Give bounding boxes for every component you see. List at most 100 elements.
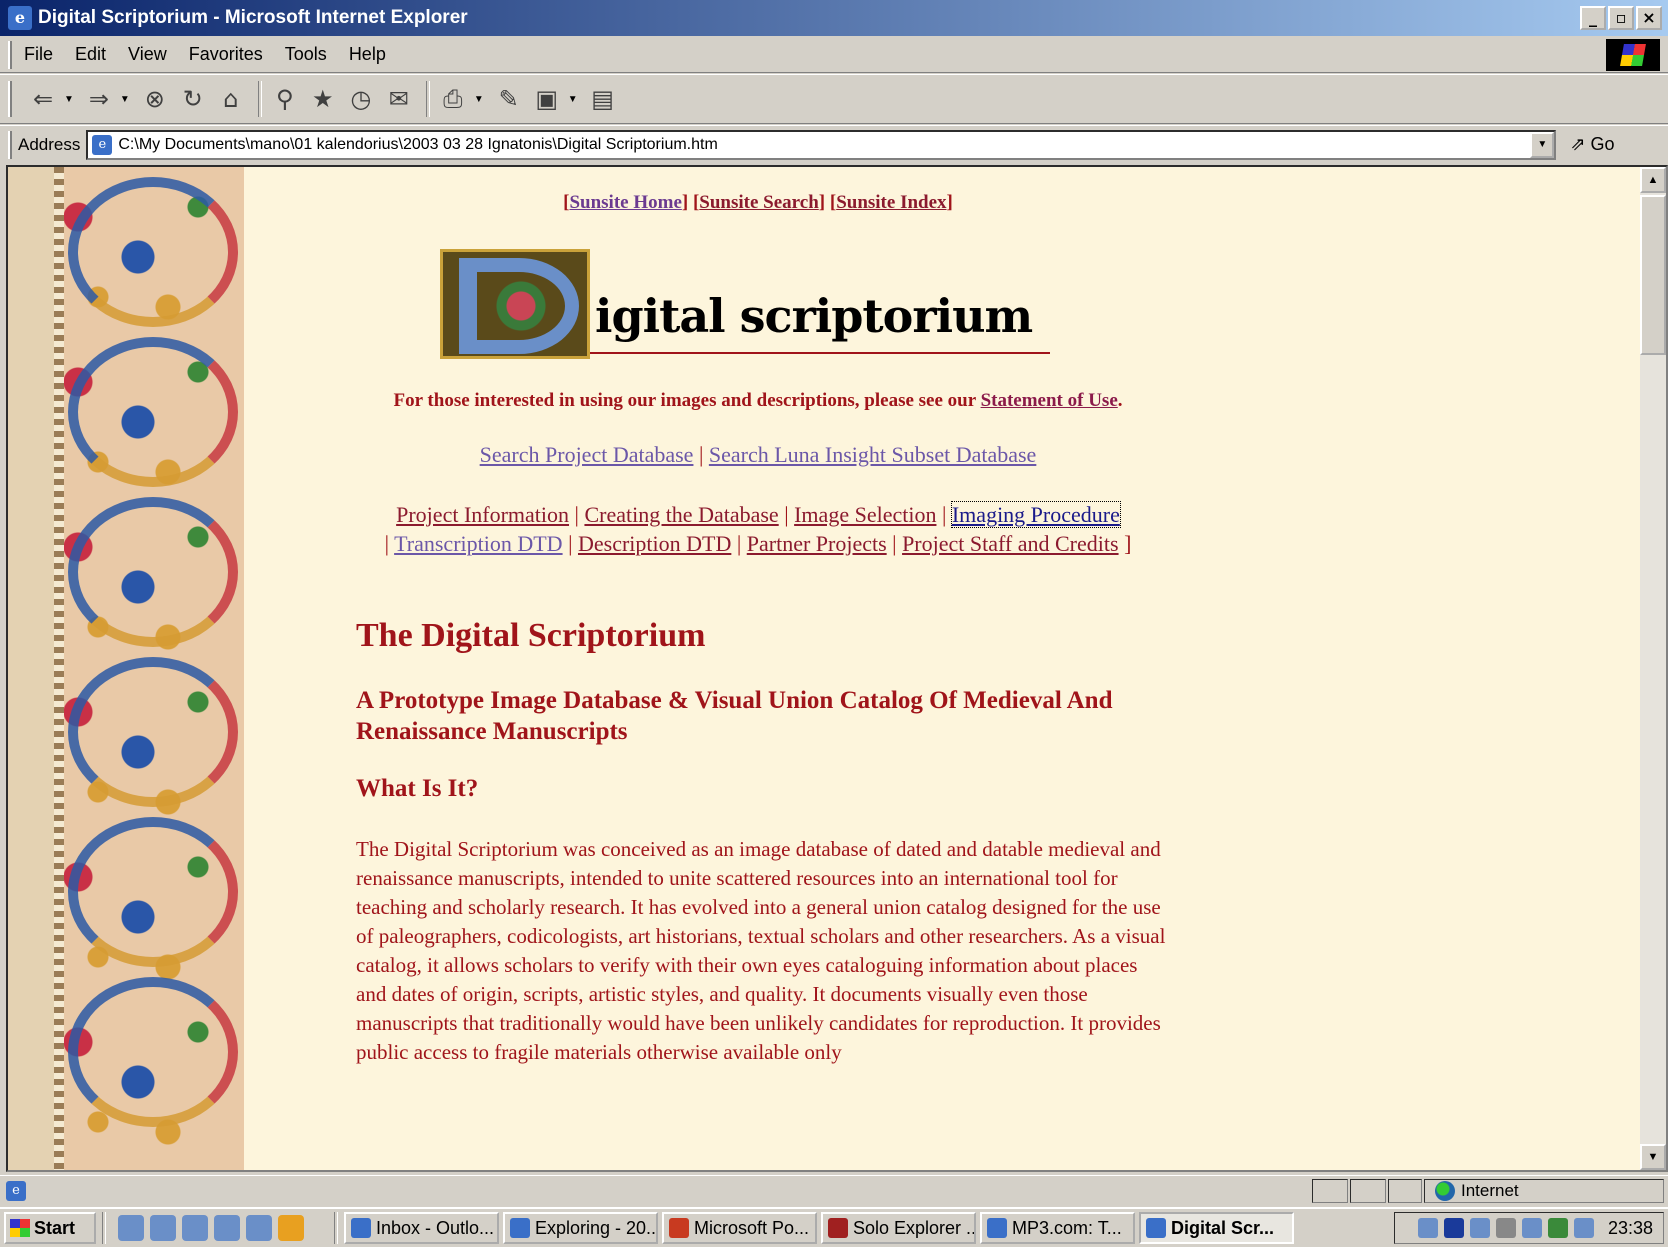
search-project-database-link[interactable]: Search Project Database bbox=[480, 442, 694, 467]
project-information-link[interactable]: Project Information bbox=[396, 502, 569, 527]
search-links: Search Project Database | Search Luna In… bbox=[479, 442, 1037, 467]
media-quicklaunch-icon[interactable] bbox=[278, 1215, 304, 1241]
task-mp3com[interactable]: MP3.com: T... bbox=[980, 1212, 1135, 1244]
discuss-dropdown-icon[interactable]: ▼ bbox=[568, 94, 578, 105]
print-icon[interactable]: ⎙ bbox=[436, 82, 470, 116]
project-nav: Project Information | Creating the Datab… bbox=[384, 501, 1132, 556]
browser-window: e Digital Scriptorium - Microsoft Intern… bbox=[0, 0, 1668, 1247]
task-solo-explorer[interactable]: Solo Explorer ... bbox=[821, 1212, 976, 1244]
back-dropdown-icon[interactable]: ▼ bbox=[64, 94, 74, 105]
page-icon: e bbox=[92, 134, 113, 155]
task-powerpoint[interactable]: Microsoft Po... bbox=[662, 1212, 817, 1244]
search-luna-insight-link[interactable]: Search Luna Insight Subset Database bbox=[709, 442, 1036, 467]
scroll-thumb[interactable] bbox=[1640, 195, 1666, 355]
system-tray: 23:38 bbox=[1394, 1212, 1664, 1244]
explorer-icon bbox=[510, 1218, 530, 1238]
address-dropdown-icon[interactable]: ▼ bbox=[1530, 131, 1555, 158]
taskbar-separator bbox=[102, 1212, 106, 1244]
network-icon[interactable] bbox=[1547, 1218, 1568, 1238]
section-heading: What Is It? bbox=[356, 775, 479, 802]
task-inbox[interactable]: Inbox - Outlo... bbox=[344, 1212, 499, 1244]
clock[interactable]: 23:38 bbox=[1608, 1218, 1653, 1239]
home-icon[interactable]: ⌂ bbox=[214, 82, 248, 116]
menu-help[interactable]: Help bbox=[349, 44, 386, 65]
minimize-button[interactable]: _ bbox=[1580, 6, 1606, 30]
statement-of-use-notice: For those interested in using our images… bbox=[348, 390, 1168, 412]
address-input[interactable]: e C:\My Documents\mano\01 kalendorius\20… bbox=[86, 129, 1557, 160]
digital-scriptorium-logo: igital scriptorium bbox=[440, 249, 1050, 359]
imaging-procedure-link[interactable]: Imaging Procedure bbox=[950, 501, 1121, 528]
discuss-icon[interactable]: ▣ bbox=[530, 82, 564, 116]
statement-of-use-link[interactable]: Statement of Use bbox=[981, 390, 1118, 411]
notes-quicklaunch-icon[interactable] bbox=[214, 1215, 240, 1241]
tray-icon[interactable] bbox=[1469, 1218, 1490, 1238]
illuminated-initial-d bbox=[440, 249, 590, 359]
refresh-icon[interactable]: ↻ bbox=[176, 82, 210, 116]
windows-logo-icon bbox=[1606, 39, 1660, 71]
toolbar-grip[interactable] bbox=[8, 81, 12, 117]
border-ornament bbox=[68, 497, 238, 647]
edit-icon[interactable]: ✎ bbox=[492, 82, 526, 116]
sunsite-home-link[interactable]: Sunsite Home bbox=[569, 192, 681, 213]
tray-icon[interactable] bbox=[1443, 1218, 1464, 1238]
border-ornament bbox=[68, 177, 238, 327]
menu-file[interactable]: File bbox=[24, 44, 53, 65]
stop-icon[interactable]: ⊗ bbox=[138, 82, 172, 116]
standard-toolbar: ⇐ ▼ ⇒ ▼ ⊗ ↻ ⌂ ⚲ ★ ◷ ✉ ⎙ ▼ ✎ ▣ ▼ ▤ bbox=[0, 74, 1668, 124]
page-viewport[interactable]: [Sunsite Home] [Sunsite Search] [Sunsite… bbox=[6, 165, 1668, 1172]
sunsite-index-link[interactable]: Sunsite Index bbox=[836, 192, 946, 213]
tray-icon[interactable] bbox=[1521, 1218, 1542, 1238]
mail-quicklaunch-icon[interactable] bbox=[182, 1215, 208, 1241]
creating-database-link[interactable]: Creating the Database bbox=[584, 502, 778, 527]
task-digital-scriptorium[interactable]: Digital Scr... bbox=[1139, 1212, 1294, 1244]
ie-icon bbox=[1146, 1218, 1166, 1238]
task-label: Digital Scr... bbox=[1171, 1217, 1275, 1238]
description-dtd-link[interactable]: Description DTD bbox=[578, 531, 731, 556]
mail-icon[interactable]: ✉ bbox=[382, 82, 416, 116]
logo-wordmark: igital scriptorium bbox=[595, 289, 1033, 343]
page-subtitle: A Prototype Image Database & Visual Unio… bbox=[356, 687, 1113, 745]
ie-icon bbox=[987, 1218, 1007, 1238]
search-quicklaunch-icon[interactable] bbox=[246, 1215, 272, 1241]
history-icon[interactable]: ◷ bbox=[344, 82, 378, 116]
tray-icon[interactable] bbox=[1417, 1218, 1438, 1238]
sunsite-search-link[interactable]: Sunsite Search bbox=[699, 192, 818, 213]
transcription-dtd-link[interactable]: Transcription DTD bbox=[394, 531, 562, 556]
task-label: Exploring - 20... bbox=[535, 1217, 658, 1238]
project-staff-credits-link[interactable]: Project Staff and Credits bbox=[902, 531, 1119, 556]
vertical-scrollbar[interactable]: ▲ ▼ bbox=[1640, 167, 1666, 1170]
partner-projects-link[interactable]: Partner Projects bbox=[747, 531, 887, 556]
ie-icon: e bbox=[8, 6, 32, 30]
print-dropdown-icon[interactable]: ▼ bbox=[474, 94, 484, 105]
toolbar-grip[interactable] bbox=[8, 130, 12, 159]
start-label: Start bbox=[34, 1217, 76, 1238]
start-button[interactable]: Start bbox=[4, 1212, 96, 1244]
forward-icon[interactable]: ⇒ bbox=[82, 82, 116, 116]
menu-edit[interactable]: Edit bbox=[75, 44, 106, 65]
title-bar[interactable]: e Digital Scriptorium - Microsoft Intern… bbox=[0, 0, 1668, 36]
back-icon[interactable]: ⇐ bbox=[26, 82, 60, 116]
search-icon[interactable]: ⚲ bbox=[268, 82, 302, 116]
menu-view[interactable]: View bbox=[128, 44, 167, 65]
close-button[interactable]: × bbox=[1636, 6, 1662, 30]
forward-dropdown-icon[interactable]: ▼ bbox=[120, 94, 130, 105]
ie-quicklaunch-icon[interactable] bbox=[118, 1215, 144, 1241]
tray-icon[interactable] bbox=[1573, 1218, 1594, 1238]
border-ornament bbox=[68, 657, 238, 807]
scroll-down-button[interactable]: ▼ bbox=[1640, 1144, 1666, 1170]
scroll-up-button[interactable]: ▲ bbox=[1640, 167, 1666, 193]
menu-favorites[interactable]: Favorites bbox=[189, 44, 263, 65]
go-button[interactable]: ⇗ Go bbox=[1570, 134, 1614, 155]
border-ornament bbox=[68, 337, 238, 487]
toolbar-grip[interactable] bbox=[8, 40, 12, 69]
task-exploring[interactable]: Exploring - 20... bbox=[503, 1212, 658, 1244]
outlook-quicklaunch-icon[interactable] bbox=[150, 1215, 176, 1241]
menu-tools[interactable]: Tools bbox=[285, 44, 327, 65]
image-selection-link[interactable]: Image Selection bbox=[794, 502, 936, 527]
favorites-icon[interactable]: ★ bbox=[306, 82, 340, 116]
messenger-icon[interactable]: ▤ bbox=[586, 82, 620, 116]
address-value[interactable]: C:\My Documents\mano\01 kalendorius\2003… bbox=[118, 136, 717, 154]
maximize-button[interactable]: ▫ bbox=[1608, 6, 1634, 30]
calendar-icon[interactable] bbox=[1495, 1218, 1516, 1238]
intro-paragraph: The Digital Scriptorium was conceived as… bbox=[356, 837, 1166, 1064]
